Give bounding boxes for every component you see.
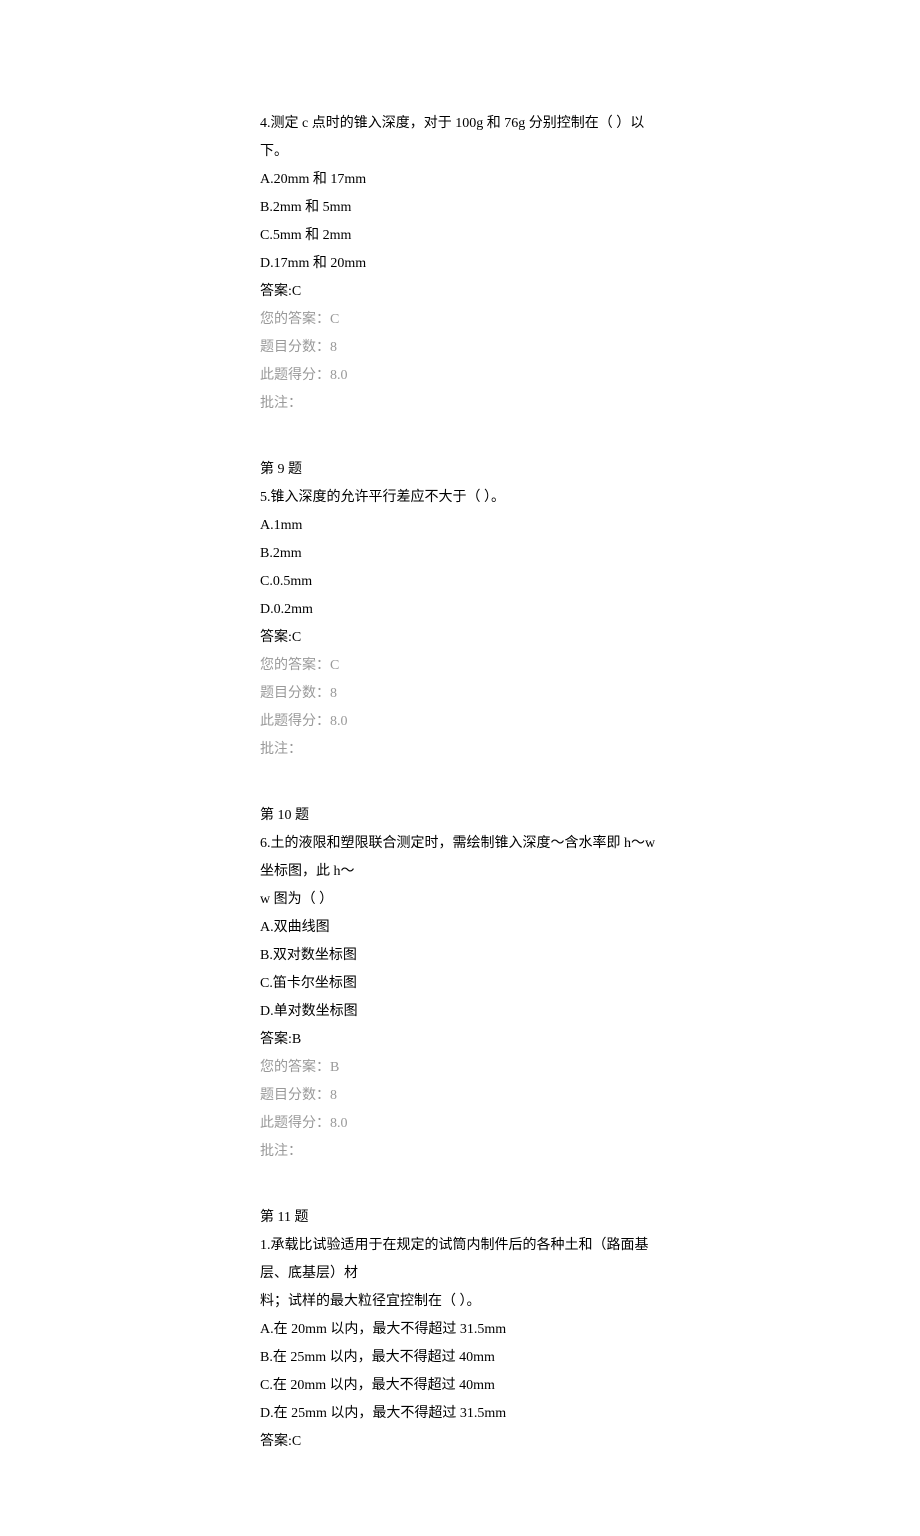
correct-answer: 答案:C [260,624,660,652]
option-b: B.2mm 和 5mm [260,194,660,222]
obtained-score: 此题得分：8.0 [260,1110,660,1138]
correct-answer: 答案:C [260,1428,660,1456]
question-score: 题目分数：8 [260,680,660,708]
option-d: D.在 25mm 以内，最大不得超过 31.5mm [260,1400,660,1428]
comment-label: 批注： [260,1138,660,1166]
option-b: B.2mm [260,540,660,568]
option-c: C.笛卡尔坐标图 [260,970,660,998]
correct-answer: 答案:B [260,1026,660,1054]
your-answer: 您的答案：C [260,306,660,334]
question-score: 题目分数：8 [260,1082,660,1110]
question-score: 题目分数：8 [260,334,660,362]
option-b: B.双对数坐标图 [260,942,660,970]
your-answer: 您的答案：B [260,1054,660,1082]
correct-answer: 答案:C [260,278,660,306]
question-stem-line2: w 图为（ ） [260,886,660,914]
comment-label: 批注： [260,736,660,764]
your-answer: 您的答案：C [260,652,660,680]
option-a: A.在 20mm 以内，最大不得超过 31.5mm [260,1316,660,1344]
question-stem-line1: 6.土的液限和塑限联合测定时，需绘制锥入深度～含水率即 h～w 坐标图，此 h～ [260,830,660,886]
question-heading: 第 11 题 [260,1204,660,1232]
question-8-block: 4.测定 c 点时的锥入深度，对于 100g 和 76g 分别控制在（ ）以下。… [260,110,660,418]
option-c: C.在 20mm 以内，最大不得超过 40mm [260,1372,660,1400]
obtained-score: 此题得分：8.0 [260,362,660,390]
question-stem: 5.锥入深度的允许平行差应不大于（ ）。 [260,484,660,512]
option-c: C.5mm 和 2mm [260,222,660,250]
obtained-score: 此题得分：8.0 [260,708,660,736]
document-page: 4.测定 c 点时的锥入深度，对于 100g 和 76g 分别控制在（ ）以下。… [0,0,920,1536]
option-d: D.单对数坐标图 [260,998,660,1026]
question-10-block: 第 10 题 6.土的液限和塑限联合测定时，需绘制锥入深度～含水率即 h～w 坐… [260,802,660,1166]
option-d: D.17mm 和 20mm [260,250,660,278]
question-9-block: 第 9 题 5.锥入深度的允许平行差应不大于（ ）。 A.1mm B.2mm C… [260,456,660,764]
question-heading: 第 9 题 [260,456,660,484]
question-heading: 第 10 题 [260,802,660,830]
question-stem: 4.测定 c 点时的锥入深度，对于 100g 和 76g 分别控制在（ ）以下。 [260,110,660,166]
option-a: A.双曲线图 [260,914,660,942]
option-d: D.0.2mm [260,596,660,624]
option-a: A.1mm [260,512,660,540]
option-c: C.0.5mm [260,568,660,596]
comment-label: 批注： [260,390,660,418]
question-stem-line2: 料；试样的最大粒径宜控制在（ ）。 [260,1288,660,1316]
option-b: B.在 25mm 以内，最大不得超过 40mm [260,1344,660,1372]
question-11-block: 第 11 题 1.承载比试验适用于在规定的试筒内制件后的各种土和（路面基层、底基… [260,1204,660,1456]
question-stem-line1: 1.承载比试验适用于在规定的试筒内制件后的各种土和（路面基层、底基层）材 [260,1232,660,1288]
option-a: A.20mm 和 17mm [260,166,660,194]
